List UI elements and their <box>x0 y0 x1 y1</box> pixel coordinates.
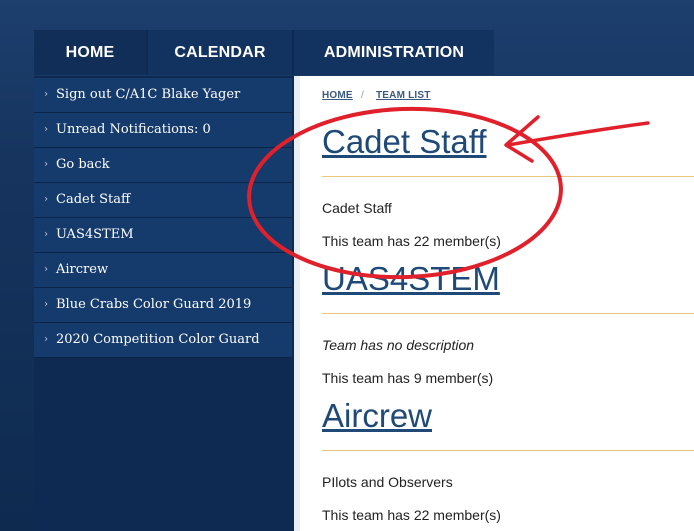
chevron-right-icon: › <box>44 264 48 275</box>
team-description: PIlots and Observers <box>322 474 453 490</box>
breadcrumb-home[interactable]: HOME <box>322 90 353 101</box>
sidebar-item-label: UAS4STEM <box>56 227 134 242</box>
chevron-right-icon: › <box>44 159 48 170</box>
sidebar-item-sign-out[interactable]: › Sign out C/A1C Blake Yager <box>34 78 292 113</box>
team-member-count: This team has 22 member(s) <box>322 507 501 523</box>
team-member-count: This team has 22 member(s) <box>322 233 501 249</box>
sidebar-item-go-back[interactable]: › Go back <box>34 148 292 183</box>
sidebar-item-2020-color-guard[interactable]: › 2020 Competition Color Guard <box>34 323 292 358</box>
nav-home[interactable]: HOME <box>34 30 146 75</box>
sidebar-item-aircrew[interactable]: › Aircrew <box>34 253 292 288</box>
breadcrumb-separator: / <box>361 90 364 101</box>
sidebar: › Sign out C/A1C Blake Yager › Unread No… <box>34 76 294 531</box>
sidebar-item-notifications[interactable]: › Unread Notifications: 0 <box>34 113 292 148</box>
divider <box>322 450 694 451</box>
chevron-right-icon: › <box>44 229 48 240</box>
sidebar-item-label: 2020 Competition Color Guard <box>56 332 260 347</box>
sidebar-item-label: Unread Notifications: 0 <box>56 122 211 137</box>
sidebar-item-label: Aircrew <box>56 262 109 277</box>
breadcrumb-team-list[interactable]: TEAM LIST <box>376 90 431 101</box>
team-title-cadet-staff[interactable]: Cadet Staff <box>322 123 487 161</box>
chevron-right-icon: › <box>44 299 48 310</box>
sidebar-item-label: Sign out C/A1C Blake Yager <box>56 87 241 102</box>
divider <box>322 313 694 314</box>
chevron-right-icon: › <box>44 124 48 135</box>
sidebar-item-label: Go back <box>56 157 110 172</box>
sidebar-item-label: Blue Crabs Color Guard 2019 <box>56 297 252 312</box>
chevron-right-icon: › <box>44 89 48 100</box>
team-list-content: HOME / TEAM LIST Cadet Staff Cadet Staff… <box>294 76 694 531</box>
divider <box>322 176 694 177</box>
sidebar-item-cadet-staff[interactable]: › Cadet Staff <box>34 183 292 218</box>
team-description: Cadet Staff <box>322 200 392 216</box>
nav-calendar[interactable]: CALENDAR <box>148 30 292 75</box>
sidebar-item-blue-crabs[interactable]: › Blue Crabs Color Guard 2019 <box>34 288 292 323</box>
chevron-right-icon: › <box>44 334 48 345</box>
team-title-aircrew[interactable]: Aircrew <box>322 397 432 435</box>
team-description: Team has no description <box>322 337 475 353</box>
sidebar-item-uas4stem[interactable]: › UAS4STEM <box>34 218 292 253</box>
nav-administration[interactable]: ADMINISTRATION <box>294 30 494 75</box>
team-title-uas4stem[interactable]: UAS4STEM <box>322 260 500 298</box>
team-member-count: This team has 9 member(s) <box>322 370 494 386</box>
chevron-right-icon: › <box>44 194 48 205</box>
sidebar-item-label: Cadet Staff <box>56 192 131 207</box>
